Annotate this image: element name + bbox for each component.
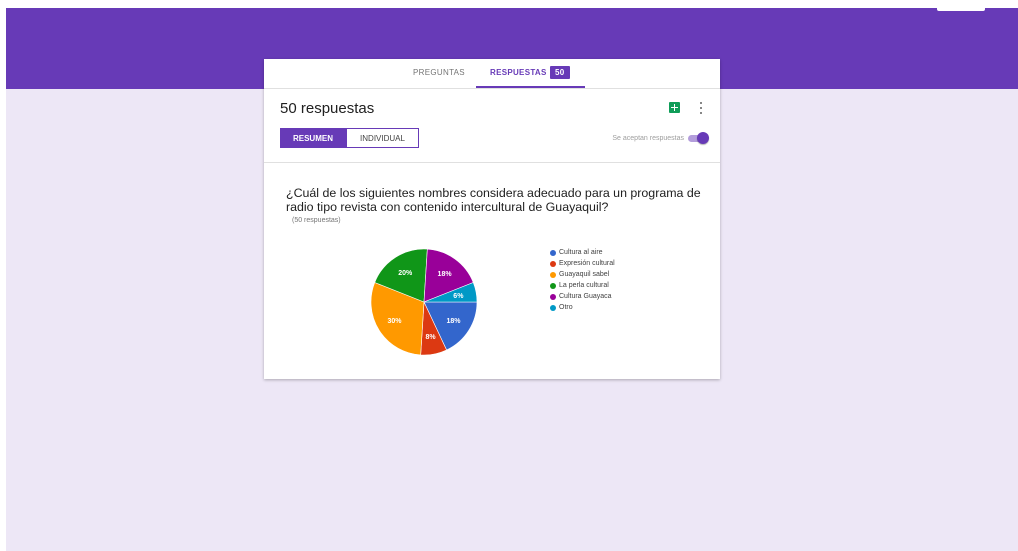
responses-title: 50 respuestas (280, 100, 375, 117)
accepting-responses-label: Se aceptan respuestas (612, 135, 684, 142)
legend-item-3: La perla cultural (550, 280, 615, 291)
pie-slice-label-4: 18% (438, 271, 453, 278)
legend-item-5: Otro (550, 302, 615, 313)
summary-header: 50 respuestas RESUMEN INDIVIDUAL Se acep… (264, 89, 720, 163)
legend-swatch-2 (550, 272, 556, 278)
legend-swatch-1 (550, 261, 556, 267)
pie-slice-label-2: 30% (387, 318, 402, 325)
accepting-responses-toggle[interactable] (688, 132, 710, 144)
legend-swatch-3 (550, 283, 556, 289)
view-individual-button[interactable]: INDIVIDUAL (346, 128, 419, 148)
pie-slice-label-0: 18% (447, 318, 462, 325)
pie-slice-label-1: 8% (425, 334, 436, 341)
view-resumen-button[interactable]: RESUMEN (280, 128, 346, 148)
question-title: ¿Cuál de los siguientes nombres consider… (286, 186, 701, 214)
legend-swatch-0 (550, 250, 556, 256)
legend-label-2: Guayaquil sabel (559, 271, 610, 278)
responses-card: PREGUNTAS RESPUESTAS 50 50 respuestas RE… (264, 59, 720, 379)
more-vert-icon[interactable] (698, 101, 704, 115)
tab-respuestas-label: RESPUESTAS (490, 68, 547, 77)
response-count-badge: 50 (550, 66, 570, 79)
pie-chart: 18% 8% 30% 20% 18% 6% (371, 249, 477, 355)
pie-slice-label-5: 6% (453, 293, 464, 300)
legend-item-1: Expresión cultural (550, 258, 615, 269)
form-tabs: PREGUNTAS RESPUESTAS 50 (264, 59, 720, 89)
toggle-knob (697, 132, 709, 144)
legend-swatch-4 (550, 294, 556, 300)
legend-item-2: Guayaquil sabel (550, 269, 615, 280)
legend-label-5: Otro (559, 304, 573, 311)
legend-item-0: Cultura al aire (550, 247, 615, 258)
legend-label-4: Cultura Guayaca (559, 293, 612, 300)
chart-legend: Cultura al aire Expresión cultural Guayaqu… (550, 247, 615, 313)
legend-label-1: Expresión cultural (559, 260, 615, 267)
legend-label-0: Cultura al aire (559, 249, 603, 256)
corner-tab (937, 8, 985, 11)
legend-swatch-5 (550, 305, 556, 311)
pie-slice-label-3: 20% (398, 270, 413, 277)
legend-label-3: La perla cultural (559, 282, 609, 289)
legend-item-4: Cultura Guayaca (550, 291, 615, 302)
page-background: PREGUNTAS RESPUESTAS 50 50 respuestas RE… (6, 8, 1018, 551)
sheets-icon[interactable] (669, 102, 680, 113)
tab-preguntas[interactable]: PREGUNTAS (411, 59, 467, 86)
question-response-count: (50 respuestas) (292, 217, 341, 224)
tab-respuestas[interactable]: RESPUESTAS 50 (476, 59, 585, 88)
